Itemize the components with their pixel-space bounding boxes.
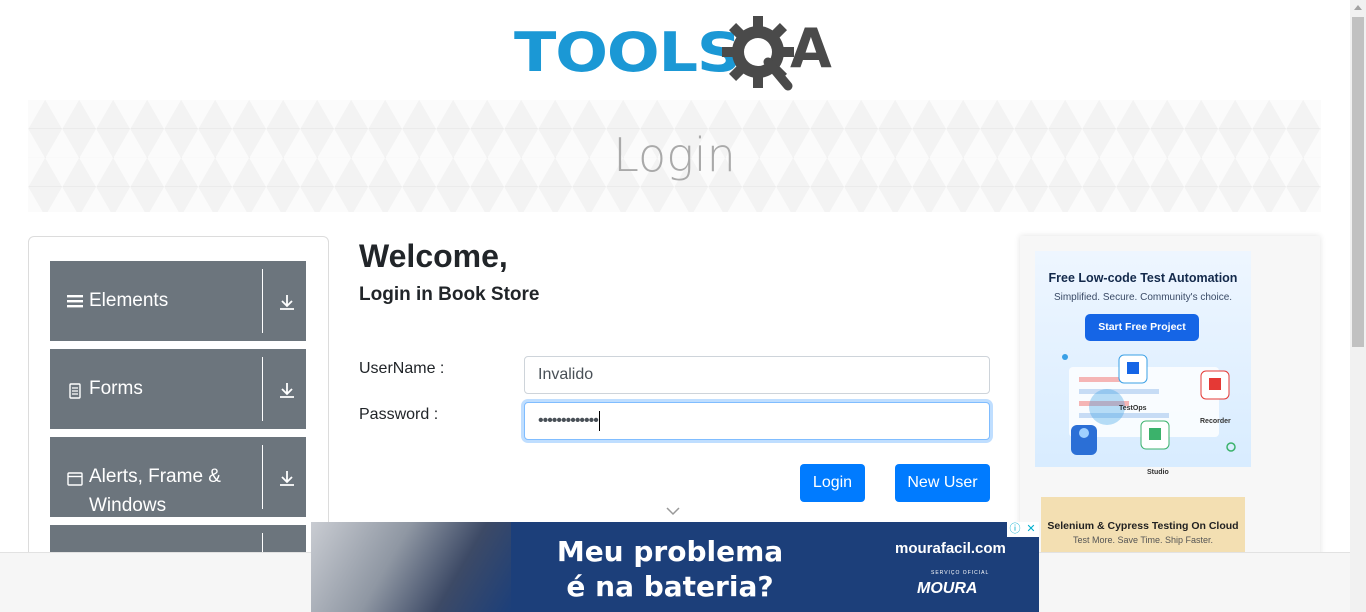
- logo-text: TOOLS: [514, 21, 742, 84]
- divider: [262, 445, 263, 509]
- ad-choices[interactable]: ⓘ ✕: [1007, 522, 1039, 537]
- ad2-subtitle: Test More. Save Time. Ship Faster.: [1072, 535, 1214, 545]
- download-arrow-icon[interactable]: [278, 381, 296, 399]
- password-input[interactable]: •••••••••••••: [524, 402, 990, 440]
- ad-tag: Studio: [1147, 469, 1169, 476]
- page: TOOLS A Login Elements Forms Alerts, Fra…: [0, 0, 1366, 612]
- username-value: Invalido: [538, 366, 594, 383]
- sidebar-group-label: Forms: [89, 378, 143, 399]
- info-icon[interactable]: ⓘ: [1007, 522, 1023, 537]
- sidebar-group-elements[interactable]: Elements: [50, 261, 306, 341]
- ad-tag: TestOps: [1119, 405, 1147, 412]
- scroll-up-arrow-icon[interactable]: [1354, 5, 1362, 10]
- bottom-banner-ad[interactable]: Meu problema é na bateria? mourafacil.co…: [311, 522, 1039, 612]
- login-button[interactable]: Login: [800, 464, 865, 502]
- ad-subtitle: Simplified. Secure. Community's choice.: [1053, 292, 1233, 303]
- moura-logo: MOURA: [917, 580, 978, 597]
- ad-brand: mourafacil.com: [895, 540, 1006, 557]
- sidebar-group-label: Elements: [89, 290, 169, 311]
- side-ad-katalon[interactable]: Free Low-code Test Automation Simplified…: [1035, 251, 1251, 476]
- sidebar-group-label: Alerts, Frame & Windows: [89, 466, 221, 516]
- password-label: Password :: [359, 406, 439, 423]
- password-value: •••••••••••••: [538, 412, 599, 429]
- hamburger-icon: [67, 295, 83, 308]
- sidebar-group-alerts[interactable]: Alerts, Frame & Windows: [50, 437, 306, 517]
- chevron-down-icon: [666, 507, 680, 516]
- ad-title: Free Low-code Test Automation: [1048, 271, 1238, 285]
- login-form: Welcome, Login in Book Store UserName : …: [359, 236, 999, 536]
- sidebar-group-forms[interactable]: Forms: [50, 349, 306, 429]
- username-label: UserName :: [359, 360, 445, 377]
- right-ad-column: Free Low-code Test Automation Simplified…: [1020, 236, 1320, 566]
- window-icon: [67, 472, 83, 486]
- gear-magnifier-icon: [722, 16, 794, 91]
- logo-suffix: A: [790, 17, 832, 80]
- scroll-thumb[interactable]: [1352, 17, 1364, 347]
- ad-photo: [311, 522, 511, 612]
- left-sidebar: Elements Forms Alerts, Frame & Windows: [28, 236, 329, 566]
- toolsqa-logo[interactable]: TOOLS A: [514, 14, 838, 92]
- download-arrow-icon[interactable]: [278, 293, 296, 311]
- vertical-scrollbar[interactable]: [1350, 0, 1366, 612]
- text-caret: [598, 410, 600, 431]
- header: TOOLS A: [0, 0, 1350, 100]
- divider: [262, 269, 263, 333]
- ad-headline: Meu problema é na bateria?: [556, 535, 784, 603]
- ad-start-button[interactable]: Start Free Project: [1085, 314, 1199, 341]
- welcome-heading: Welcome,: [359, 238, 508, 274]
- new-user-button[interactable]: New User: [895, 464, 990, 502]
- ad-small-text: SERVIÇO OFICIAL: [931, 570, 990, 576]
- divider: [262, 357, 263, 421]
- login-subtitle: Login in Book Store: [359, 284, 540, 305]
- page-title: Login: [613, 128, 736, 182]
- close-icon[interactable]: ✕: [1023, 522, 1039, 537]
- ad2-title: Selenium & Cypress Testing On Cloud: [1047, 520, 1239, 532]
- side-ad-lambdatest[interactable]: Selenium & Cypress Testing On Cloud Test…: [1041, 497, 1245, 552]
- download-arrow-icon[interactable]: [278, 469, 296, 487]
- ad-tag: Recorder: [1200, 418, 1231, 425]
- page-banner: Login: [28, 100, 1321, 212]
- username-input[interactable]: Invalido: [524, 356, 990, 394]
- document-icon: [69, 383, 81, 399]
